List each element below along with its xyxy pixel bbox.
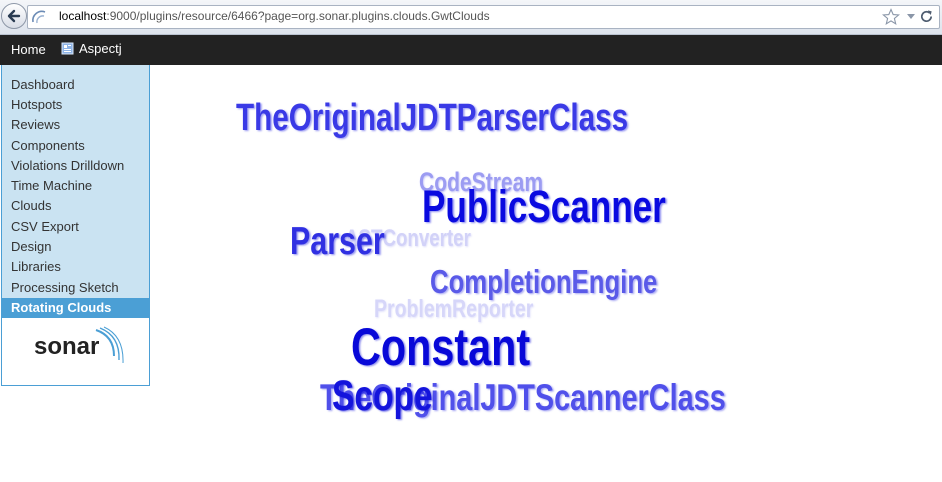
chevron-down-icon[interactable] xyxy=(906,13,916,21)
sonar-waves-icon xyxy=(95,326,124,364)
nav-project-link[interactable]: Aspectj xyxy=(61,41,122,56)
sidebar-item-hotspots[interactable]: Hotspots xyxy=(2,95,149,115)
nav-project-label: Aspectj xyxy=(79,41,122,56)
sidebar-item-rotating-clouds[interactable]: Rotating Clouds xyxy=(2,298,149,318)
url-text: localhost:9000/plugins/resource/6466?pag… xyxy=(59,9,490,23)
sidebar-item-libraries[interactable]: Libraries xyxy=(2,257,149,277)
nav-home-link[interactable]: Home xyxy=(11,42,46,57)
sidebar-item-design[interactable]: Design xyxy=(2,237,149,257)
logo-text: sonar xyxy=(34,333,100,360)
bookmark-star-icon[interactable] xyxy=(882,8,900,26)
sidebar-item-time-machine[interactable]: Time Machine xyxy=(2,176,149,196)
cloud-word-constant[interactable]: Constant xyxy=(351,317,530,378)
sidebar-item-clouds[interactable]: Clouds xyxy=(2,196,149,216)
sidebar-item-dashboard[interactable]: Dashboard xyxy=(2,75,149,95)
cloud-word-theoriginaljdtparserclass[interactable]: TheOriginalJDTParserClass xyxy=(236,97,628,140)
sidebar-item-reviews[interactable]: Reviews xyxy=(2,115,149,135)
sidebar-item-violations-drilldown[interactable]: Violations Drilldown xyxy=(2,156,149,176)
address-bar[interactable]: localhost:9000/plugins/resource/6466?pag… xyxy=(27,5,940,29)
url-host: localhost xyxy=(59,9,107,23)
cloud-word-parser[interactable]: Parser xyxy=(290,220,385,264)
url-path: :9000/plugins/resource/6466?page=org.son… xyxy=(106,9,490,23)
back-button[interactable] xyxy=(1,3,27,29)
browser-toolbar: localhost:9000/plugins/resource/6466?pag… xyxy=(0,0,942,35)
sidebar-item-csv-export[interactable]: CSV Export xyxy=(2,217,149,237)
back-arrow-icon xyxy=(7,9,21,23)
top-navbar: Home Aspectj xyxy=(0,35,942,65)
sidebar-item-processing-sketch[interactable]: Processing Sketch xyxy=(2,278,149,298)
sidebar: Dashboard Hotspots Reviews Components Vi… xyxy=(1,65,150,386)
cloud-word-scope[interactable]: Scope xyxy=(332,372,433,421)
sonar-logo[interactable]: sonar xyxy=(2,318,149,385)
loading-icon xyxy=(32,10,46,24)
reload-icon[interactable] xyxy=(919,9,934,24)
sidebar-item-components[interactable]: Components xyxy=(2,136,149,156)
project-icon xyxy=(61,42,74,55)
